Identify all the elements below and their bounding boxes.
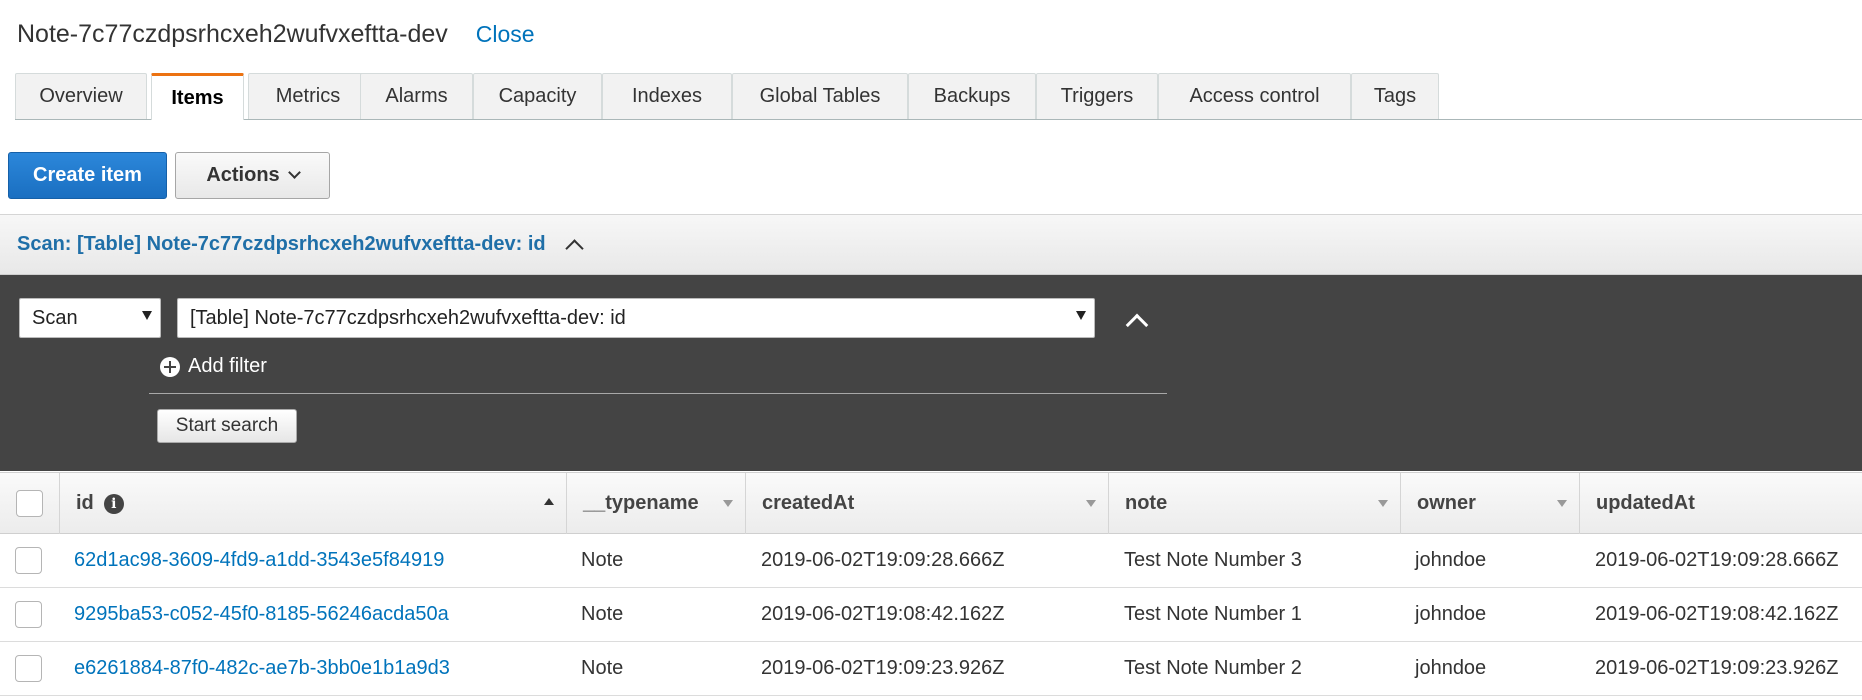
row-checkbox-cell bbox=[15, 534, 42, 587]
tab-access-control[interactable]: Access control bbox=[1158, 73, 1351, 119]
row-checkbox[interactable] bbox=[15, 601, 42, 628]
column-header-note[interactable]: note bbox=[1109, 473, 1401, 534]
sort-icon bbox=[1557, 500, 1567, 507]
column-header-label: id bbox=[76, 492, 94, 514]
toolbar: Create item Actions bbox=[8, 152, 330, 199]
table-row[interactable]: e6261884-87f0-482c-ae7b-3bb0e1b1a9d3 Not… bbox=[0, 642, 1862, 696]
title-row: Note-7c77czdpsrhcxeh2wufvxeftta-dev Clos… bbox=[17, 16, 535, 52]
row-checkbox[interactable] bbox=[15, 655, 42, 682]
column-header-typename[interactable]: __typename bbox=[567, 473, 746, 534]
table-row[interactable]: 9295ba53-c052-45f0-8185-56246acda50a Not… bbox=[0, 588, 1862, 642]
scan-mode-select[interactable]: Scan bbox=[19, 298, 161, 338]
actions-label: Actions bbox=[206, 164, 280, 186]
add-filter-label: Add filter bbox=[188, 355, 267, 377]
column-header-id[interactable]: id i bbox=[60, 473, 567, 534]
chevron-down-icon bbox=[287, 166, 301, 179]
typename-cell: Note bbox=[581, 657, 624, 679]
sort-icon bbox=[1378, 500, 1388, 507]
tab-indexes[interactable]: Indexes bbox=[602, 73, 732, 119]
updatedat-cell: 2019-06-02T19:09:28.666Z bbox=[1595, 549, 1839, 571]
createdat-cell: 2019-06-02T19:08:42.162Z bbox=[761, 603, 1005, 625]
sort-icon bbox=[723, 500, 733, 507]
tab-triggers[interactable]: Triggers bbox=[1036, 73, 1158, 119]
tab-bar: Overview Items Metrics Alarms Capacity I… bbox=[15, 73, 1862, 120]
createdat-cell: 2019-06-02T19:09:28.666Z bbox=[761, 549, 1005, 571]
scan-query-panel: Scan [Table] Note-7c77czdpsrhcxeh2wufvxe… bbox=[0, 275, 1862, 471]
info-icon[interactable]: i bbox=[103, 493, 124, 514]
createdat-cell: 2019-06-02T19:09:23.926Z bbox=[761, 657, 1005, 679]
updatedat-cell: 2019-06-02T19:09:23.926Z bbox=[1595, 657, 1839, 679]
add-filter-button[interactable]: Add filter bbox=[160, 355, 267, 378]
chevron-up-icon[interactable] bbox=[564, 239, 584, 258]
actions-button[interactable]: Actions bbox=[175, 152, 330, 199]
scan-header[interactable]: Scan: [Table] Note-7c77czdpsrhcxeh2wufvx… bbox=[0, 214, 1862, 275]
tab-alarms[interactable]: Alarms bbox=[360, 73, 473, 119]
tab-metrics[interactable]: Metrics bbox=[248, 73, 368, 119]
note-cell: Test Note Number 2 bbox=[1124, 657, 1302, 679]
tab-global-tables[interactable]: Global Tables bbox=[732, 73, 908, 119]
row-checkbox[interactable] bbox=[15, 547, 42, 574]
row-checkbox-cell bbox=[15, 588, 42, 641]
item-id-link[interactable]: e6261884-87f0-482c-ae7b-3bb0e1b1a9d3 bbox=[74, 642, 450, 695]
scan-target-select[interactable]: [Table] Note-7c77czdpsrhcxeh2wufvxeftta-… bbox=[177, 298, 1095, 338]
column-header-label: createdAt bbox=[762, 492, 855, 514]
column-header-createdat[interactable]: createdAt bbox=[746, 473, 1109, 534]
scan-mode-value: Scan bbox=[32, 306, 78, 329]
select-all-cell bbox=[0, 473, 60, 534]
owner-cell: johndoe bbox=[1415, 657, 1487, 679]
owner-cell: johndoe bbox=[1415, 549, 1487, 571]
column-header-label: owner bbox=[1417, 492, 1476, 514]
item-id-link[interactable]: 62d1ac98-3609-4fd9-a1dd-3543e5f84919 bbox=[74, 534, 444, 587]
scan-target-value: [Table] Note-7c77czdpsrhcxeh2wufvxeftta-… bbox=[190, 306, 626, 329]
row-checkbox-cell bbox=[15, 642, 42, 695]
typename-cell: Note bbox=[581, 603, 624, 625]
column-header-owner[interactable]: owner bbox=[1401, 473, 1580, 534]
column-header-label: updatedAt bbox=[1596, 492, 1695, 514]
plus-circle-icon bbox=[160, 356, 180, 377]
updatedat-cell: 2019-06-02T19:08:42.162Z bbox=[1595, 603, 1839, 625]
collapse-chevron-icon[interactable] bbox=[1125, 313, 1149, 337]
create-item-button[interactable]: Create item bbox=[8, 152, 167, 199]
column-header-label: note bbox=[1125, 492, 1168, 514]
owner-cell: johndoe bbox=[1415, 603, 1487, 625]
dropdown-caret-icon bbox=[142, 311, 152, 320]
dropdown-caret-icon bbox=[1076, 311, 1086, 320]
table-title: Note-7c77czdpsrhcxeh2wufvxeftta-dev bbox=[17, 19, 448, 48]
scan-header-text: Scan: [Table] Note-7c77czdpsrhcxeh2wufvx… bbox=[17, 233, 546, 255]
typename-cell: Note bbox=[581, 549, 624, 571]
table-header: id i __typename createdAt note owner upd… bbox=[0, 472, 1862, 534]
item-id-link[interactable]: 9295ba53-c052-45f0-8185-56246acda50a bbox=[74, 588, 449, 641]
tab-backups[interactable]: Backups bbox=[908, 73, 1036, 119]
column-header-label: __typename bbox=[583, 492, 699, 514]
filter-divider bbox=[149, 393, 1167, 394]
tab-overview[interactable]: Overview bbox=[15, 73, 147, 119]
sort-icon bbox=[1086, 500, 1096, 507]
note-cell: Test Note Number 1 bbox=[1124, 603, 1302, 625]
tab-capacity[interactable]: Capacity bbox=[473, 73, 602, 119]
table-row[interactable]: 62d1ac98-3609-4fd9-a1dd-3543e5f84919 Not… bbox=[0, 534, 1862, 588]
tab-tags[interactable]: Tags bbox=[1351, 73, 1439, 119]
close-link[interactable]: Close bbox=[476, 21, 535, 48]
column-header-updatedat[interactable]: updatedAt bbox=[1580, 473, 1862, 534]
start-search-button[interactable]: Start search bbox=[157, 409, 297, 443]
select-all-checkbox[interactable] bbox=[16, 490, 43, 517]
tab-items[interactable]: Items bbox=[151, 73, 244, 120]
sort-ascending-icon bbox=[544, 498, 554, 505]
note-cell: Test Note Number 3 bbox=[1124, 549, 1302, 571]
